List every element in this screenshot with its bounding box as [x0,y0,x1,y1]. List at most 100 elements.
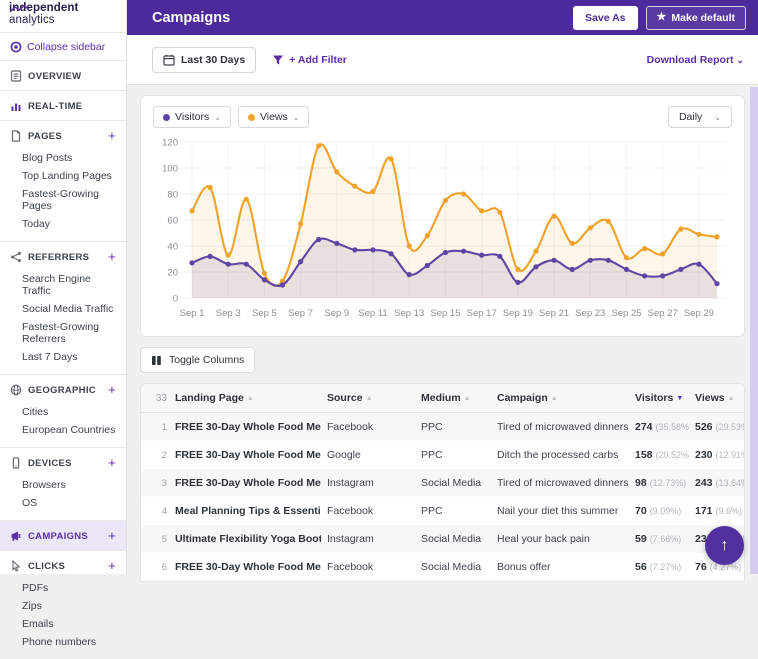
cell-medium: PPC [415,497,491,525]
sidebar-sections: OVERVIEW REAL-TIME PAGES+ Blog PostsTop Lan… [0,60,126,659]
cell-landing-page[interactable]: FREE 30-Day Whole Food Meal Plan [169,413,321,442]
svg-text:Sep 19: Sep 19 [503,308,533,319]
line-chart[interactable]: 020406080100120Sep 1Sep 3Sep 5Sep 7Sep 9… [153,134,732,330]
column-header-views[interactable]: Views▲ [689,384,745,413]
cell-views: 526(29.53%) [689,413,745,442]
brand-logo[interactable]: independent analytics [0,0,126,33]
sidebar-subitem[interactable]: Fastest-Growing Referrers [10,318,118,348]
sidebar-subitem[interactable]: Zips [10,597,118,615]
sidebar-item-campaigns[interactable]: CAMPAIGNS+ [10,528,118,544]
table-row[interactable]: 6FREE 30-Day Whole Food Meal PlanFaceboo… [141,553,745,581]
sidebar-section-referrers: REFERRERS+ Search Engine TrafficSocial Me… [0,241,126,374]
page-title: Campaigns [152,10,573,26]
svg-text:Sep 1: Sep 1 [180,308,205,319]
chart-svg: 020406080100120Sep 1Sep 3Sep 5Sep 7Sep 9… [153,134,734,330]
sidebar-subitem[interactable]: PDFs [10,579,118,597]
sidebar-subitem[interactable]: Phone numbers [10,633,118,651]
views-metric-label: Views [260,111,288,123]
sort-desc-icon: ▼ [676,395,683,402]
visitors-metric-label: Visitors [175,111,209,123]
table-row[interactable]: 3FREE 30-Day Whole Food Meal PlanInstagr… [141,469,745,497]
sidebar-subitem[interactable]: Blog Posts [10,149,118,167]
section-label: OVERVIEW [28,71,81,82]
page-scrollbar[interactable] [750,87,758,574]
sidebar-subitem[interactable]: Top Landing Pages [10,167,118,185]
sidebar-item-overview[interactable]: OVERVIEW [10,68,118,84]
table-row[interactable]: 5Ultimate Flexibility Yoga BootcampInsta… [141,525,745,553]
save-as-button[interactable]: Save As [573,6,637,30]
collapse-sidebar-button[interactable]: Collapse sidebar [0,33,126,60]
sidebar-subitem[interactable]: Emails [10,615,118,633]
row-number: 5 [141,525,169,553]
date-range-label: Last 30 Days [181,54,245,66]
table-row[interactable]: 2FREE 30-Day Whole Food Meal PlanGoogleP… [141,441,745,469]
sidebar-item-geographic[interactable]: GEOGRAPHIC+ [10,382,118,398]
cell-campaign: Ditch the processed carbs [491,441,629,469]
column-header-landing-page[interactable]: Landing Page▲ [169,384,321,413]
sidebar-subitem[interactable]: Last 7 Days [10,348,118,366]
make-default-button[interactable]: ★ Make default [646,6,746,30]
cell-source: Facebook [321,413,415,442]
sidebar-subitem[interactable]: Fastest-Growing Pages [10,185,118,215]
add-filter-button[interactable]: + Add Filter [272,54,347,66]
add-filter-label: + Add Filter [289,54,347,66]
filter-toolbar: Last 30 Days + Add Filter Download Repor… [127,35,758,85]
sidebar-subitem[interactable]: Browsers [10,476,118,494]
devices-icon [10,457,22,469]
sidebar-subitem[interactable]: European Countries [10,421,118,439]
cell-campaign: Bonus offer [491,553,629,581]
plus-icon[interactable]: + [108,528,116,543]
plus-icon[interactable]: + [108,558,116,573]
sidebar-item-pages[interactable]: PAGES+ [10,128,118,144]
svg-text:80: 80 [167,190,178,201]
section-label: CLICKS [28,561,65,572]
column-header-campaign[interactable]: Campaign▲ [491,384,629,413]
chevron-down-icon: ⌄ [736,55,744,65]
date-range-button[interactable]: Last 30 Days [152,47,256,73]
views-metric-dropdown[interactable]: Views ⌄ [238,106,310,128]
interval-select[interactable]: Daily ⌄ [668,106,732,128]
collapse-icon [10,41,22,53]
column-header-medium[interactable]: Medium▲ [415,384,491,413]
download-report-label: Download Report [647,54,734,66]
column-header-source[interactable]: Source▲ [321,384,415,413]
sidebar-subitem[interactable]: OS [10,494,118,512]
cell-medium: PPC [415,413,491,442]
sidebar-subitem[interactable]: Social Media Traffic [10,300,118,318]
cell-visitors: 98(12.73%) [629,469,689,497]
scroll-to-top-button[interactable]: ↑ [705,526,744,565]
cell-landing-page[interactable]: Ultimate Flexibility Yoga Bootcamp [169,525,321,553]
sidebar-subitem[interactable]: Search Engine Traffic [10,270,118,300]
plus-icon[interactable]: + [108,249,116,264]
download-report-button[interactable]: Download Report ⌄ [647,54,744,66]
svg-text:Sep 29: Sep 29 [684,308,714,319]
section-items: CitiesEuropean Countries [10,403,118,439]
make-default-label: Make default [671,12,735,24]
svg-text:0: 0 [173,294,178,305]
calendar-icon [163,54,175,66]
plus-icon[interactable]: + [108,128,116,143]
sidebar-item-real-time[interactable]: REAL-TIME [10,98,118,114]
column-header-visitors[interactable]: Visitors▼ [629,384,689,413]
cell-source: Instagram [321,469,415,497]
row-count: 33 [141,384,169,413]
cell-landing-page[interactable]: Meal Planning Tips & Essentials [169,497,321,525]
cell-landing-page[interactable]: FREE 30-Day Whole Food Meal Plan [169,553,321,581]
cell-landing-page[interactable]: FREE 30-Day Whole Food Meal Plan [169,441,321,469]
sidebar-subitem[interactable]: Today [10,215,118,233]
svg-text:Sep 25: Sep 25 [611,308,641,319]
sidebar-subitem[interactable]: Cities [10,403,118,421]
sidebar-item-clicks[interactable]: CLICKS + [10,558,118,574]
sidebar-item-devices[interactable]: DEVICES+ [10,455,118,471]
sidebar-item-referrers[interactable]: REFERRERS+ [10,249,118,265]
cell-landing-page[interactable]: FREE 30-Day Whole Food Meal Plan [169,469,321,497]
plus-icon[interactable]: + [108,382,116,397]
svg-text:Sep 11: Sep 11 [358,308,387,319]
logo-chart-icon [9,5,31,13]
table-row[interactable]: 4Meal Planning Tips & EssentialsFacebook… [141,497,745,525]
visitors-metric-dropdown[interactable]: Visitors ⌄ [153,106,231,128]
table-row[interactable]: 1FREE 30-Day Whole Food Meal PlanFaceboo… [141,413,745,442]
toggle-columns-button[interactable]: Toggle Columns [140,347,255,373]
cell-medium: Social Media [415,469,491,497]
plus-icon[interactable]: + [108,455,116,470]
